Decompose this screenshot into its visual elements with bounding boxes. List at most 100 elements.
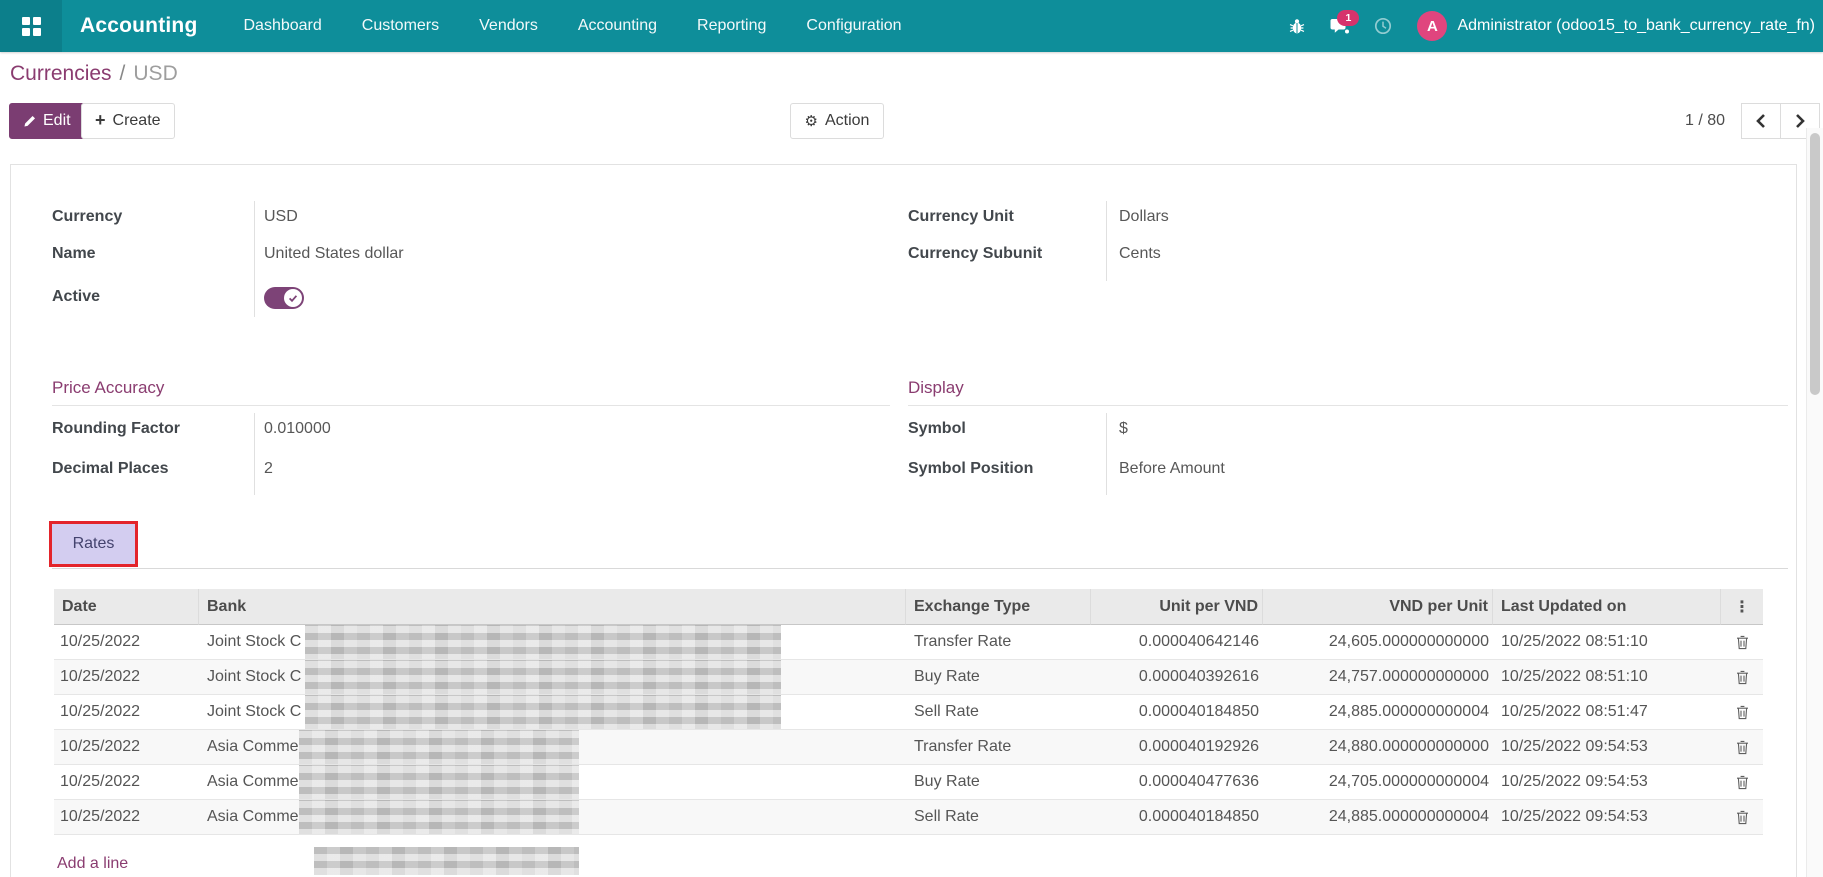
group-separator [1106, 413, 1107, 495]
table-row[interactable]: 10/25/2022 Joint Stock C Transfer Rate 0… [54, 625, 1763, 660]
scrollbar-thumb[interactable] [1810, 133, 1820, 395]
display-title: Display [908, 378, 964, 397]
header-last-updated[interactable]: Last Updated on [1493, 589, 1721, 625]
menu-configuration[interactable]: Configuration [786, 0, 921, 52]
header-vnd-per-unit[interactable]: VND per Unit [1263, 589, 1493, 625]
header-unit-per-vnd[interactable]: Unit per VND [1091, 589, 1263, 625]
trash-icon [1736, 670, 1748, 684]
message-count-badge: 1 [1337, 9, 1360, 26]
tabbar-divider [52, 568, 1788, 569]
active-toggle[interactable] [264, 287, 304, 309]
navbar-systray: 1 A Administrator (odoo15_to_bank_curren… [1289, 9, 1823, 41]
header-date[interactable]: Date [54, 589, 199, 625]
messages-button[interactable]: 1 [1330, 9, 1360, 35]
delete-row-button[interactable] [1729, 664, 1755, 690]
redacted-text [299, 765, 579, 799]
vertical-ellipsis-icon: ⋮ [1734, 596, 1750, 616]
apps-grid-icon [21, 16, 41, 36]
menu-customers[interactable]: Customers [342, 0, 459, 52]
activities-button[interactable] [1374, 17, 1392, 35]
table-row[interactable]: 10/25/2022 Joint Stock C Sell Rate 0.000… [54, 695, 1763, 730]
group-separator [254, 413, 255, 495]
chevron-right-icon [1796, 114, 1805, 128]
group-separator [254, 201, 255, 317]
redacted-text [299, 800, 579, 834]
active-label: Active [52, 288, 101, 305]
debug-button[interactable] [1289, 18, 1305, 35]
menu-vendors[interactable]: Vendors [459, 0, 558, 52]
main-menu: Dashboard Customers Vendors Accounting R… [224, 0, 922, 52]
create-button[interactable]: + Create [81, 103, 175, 139]
section-rule [52, 405, 890, 406]
table-row[interactable]: 10/25/2022 Asia Comme Transfer Rate 0.00… [54, 730, 1763, 765]
bank-name: Joint Stock C [207, 633, 302, 650]
header-bank[interactable]: Bank [199, 589, 906, 625]
scrollbar[interactable] [1806, 128, 1823, 877]
check-icon [284, 289, 302, 307]
rounding-factor-label: Rounding Factor [52, 420, 180, 437]
chevron-left-icon [1756, 114, 1765, 128]
top-navbar: Accounting Dashboard Customers Vendors A… [0, 0, 1823, 52]
name-value: United States dollar [264, 245, 404, 262]
table-row[interactable]: 10/25/2022 Asia Comme Sell Rate 0.000040… [54, 800, 1763, 835]
pager-previous-button[interactable] [1741, 103, 1781, 139]
column-options-button[interactable]: ⋮ [1721, 589, 1763, 625]
redacted-text [299, 730, 579, 764]
currency-unit-value: Dollars [1119, 208, 1169, 225]
group-separator [1106, 201, 1107, 281]
edit-button[interactable]: Edit [9, 103, 85, 139]
bank-name: Asia Comme [207, 808, 299, 825]
menu-accounting[interactable]: Accounting [558, 0, 677, 52]
delete-row-button[interactable] [1729, 734, 1755, 760]
avatar: A [1417, 11, 1448, 41]
menu-dashboard[interactable]: Dashboard [224, 0, 342, 52]
delete-row-button[interactable] [1729, 769, 1755, 795]
breadcrumb: Currencies / USD [10, 62, 178, 86]
tab-rates[interactable]: Rates [49, 521, 138, 567]
section-rule [908, 405, 1788, 406]
app-name[interactable]: Accounting [80, 14, 198, 38]
menu-reporting[interactable]: Reporting [677, 0, 786, 52]
redacted-text [305, 625, 781, 659]
rates-table: Date Bank Exchange Type Unit per VND VND… [54, 589, 1763, 835]
currency-value: USD [264, 208, 298, 225]
currency-label: Currency [52, 208, 123, 225]
currency-unit-label: Currency Unit [908, 208, 1014, 225]
delete-row-button[interactable] [1729, 699, 1755, 725]
symbol-position-value: Before Amount [1119, 460, 1225, 477]
bank-name: Joint Stock C [207, 703, 302, 720]
trash-icon [1736, 635, 1748, 649]
breadcrumb-currencies-link[interactable]: Currencies [10, 62, 112, 86]
user-name: Administrator (odoo15_to_bank_currency_r… [1457, 17, 1815, 34]
clock-icon [1375, 17, 1392, 35]
action-button[interactable]: ⚙ Action [790, 103, 884, 139]
table-row[interactable]: 10/25/2022 Asia Comme Buy Rate 0.0000404… [54, 765, 1763, 800]
table-row[interactable]: 10/25/2022 Joint Stock C Buy Rate 0.0000… [54, 660, 1763, 695]
currency-subunit-label: Currency Subunit [908, 245, 1043, 262]
header-exchange-type[interactable]: Exchange Type [906, 589, 1091, 625]
trash-icon [1736, 740, 1748, 754]
control-panel: Edit + Create ⚙ Action 1 / 80 [0, 103, 1823, 139]
name-label: Name [52, 245, 96, 262]
form-sheet: Currency USD Name United States dollar A… [10, 164, 1797, 877]
currency-subunit-value: Cents [1119, 245, 1161, 262]
breadcrumb-separator: / [119, 62, 126, 85]
add-a-line-link[interactable]: Add a line [57, 855, 128, 873]
plus-icon: + [95, 110, 106, 130]
bug-icon [1290, 18, 1305, 33]
pager-value: 1 / 80 [1684, 112, 1725, 129]
symbol-position-label: Symbol Position [908, 460, 1034, 477]
breadcrumb-current: USD [133, 62, 178, 85]
pager: 1 / 80 [1685, 103, 1820, 139]
apps-menu-button[interactable] [0, 0, 62, 52]
symbol-value: $ [1119, 420, 1128, 437]
price-accuracy-title: Price Accuracy [52, 378, 165, 397]
bank-name: Joint Stock C [207, 668, 302, 685]
gear-icon: ⚙ [804, 111, 818, 130]
bank-name: Asia Comme [207, 738, 299, 755]
decimal-places-value: 2 [264, 460, 273, 477]
pencil-icon [24, 115, 36, 127]
delete-row-button[interactable] [1729, 804, 1755, 830]
delete-row-button[interactable] [1729, 629, 1755, 655]
user-menu[interactable]: A Administrator (odoo15_to_bank_currency… [1417, 11, 1815, 41]
